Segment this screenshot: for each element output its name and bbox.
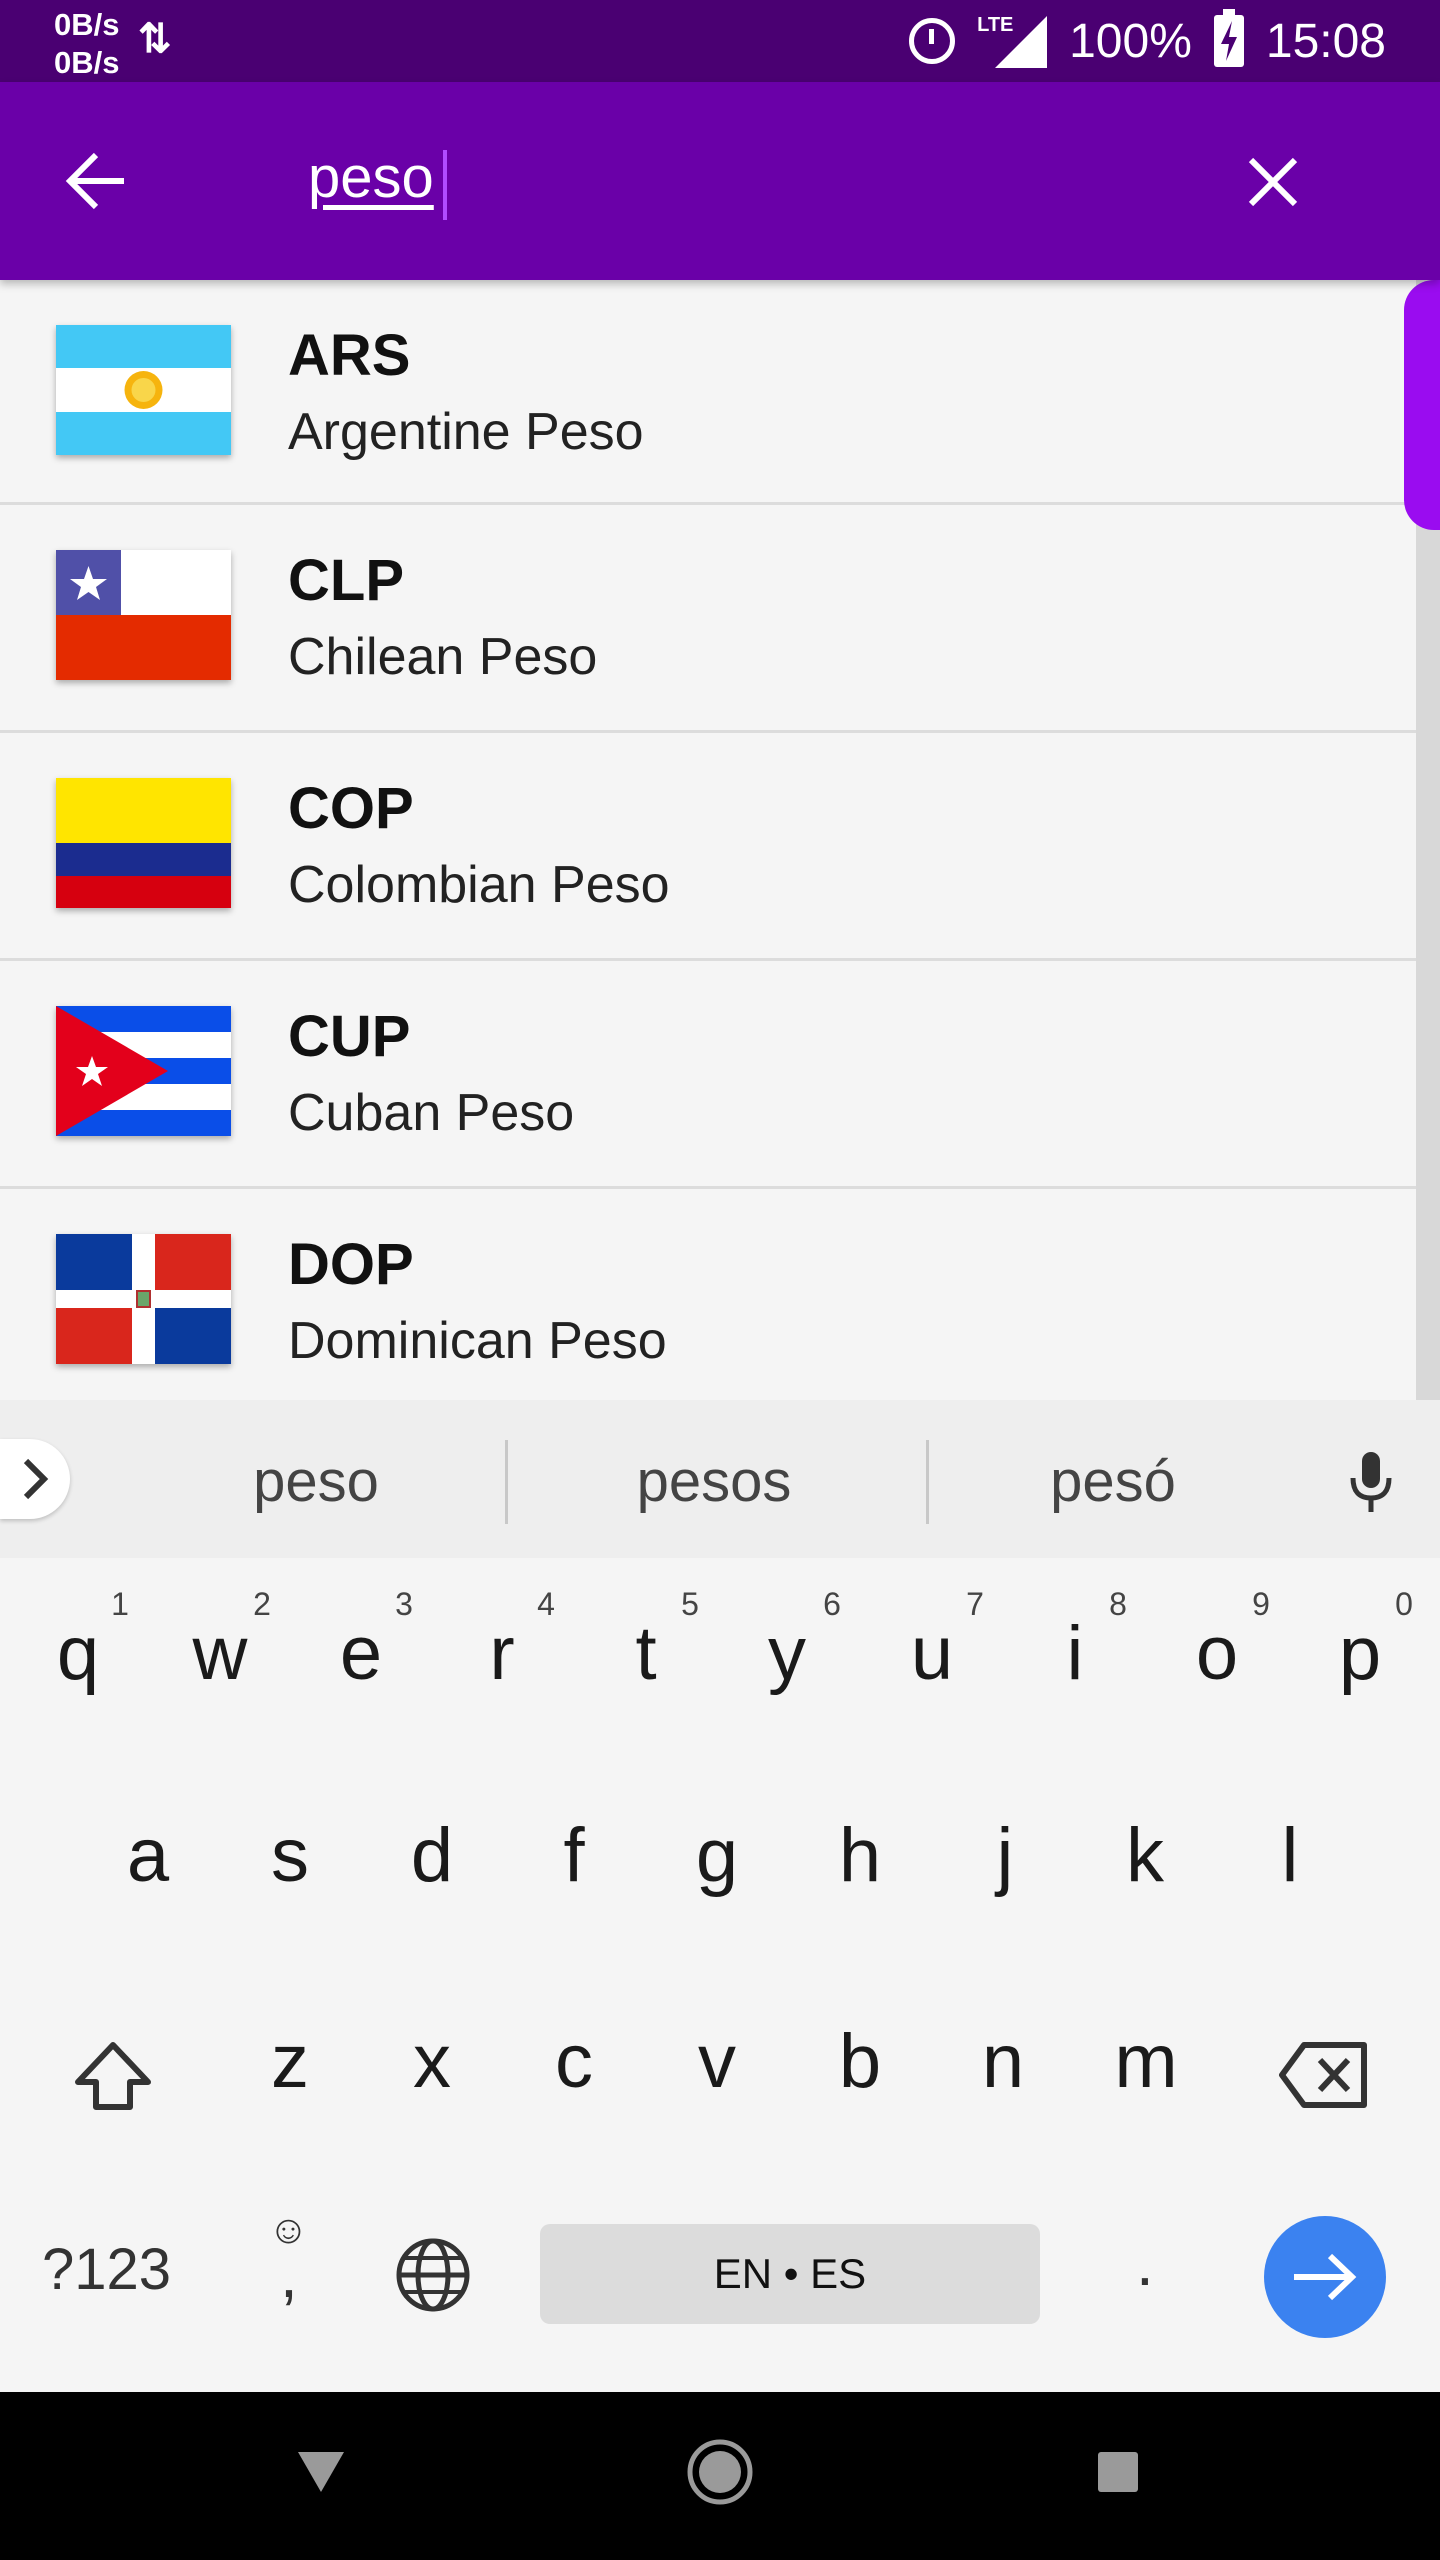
microphone-icon[interactable] xyxy=(1348,1450,1394,1514)
key-c[interactable]: c xyxy=(555,2018,593,2105)
key-d[interactable]: d xyxy=(411,1812,453,1899)
dominican-republic-flag-icon xyxy=(56,1234,231,1364)
key-s[interactable]: s xyxy=(271,1812,309,1899)
status-bar: 0B/s 0B/s ⇅ LTE 100% 15:08 xyxy=(0,0,1440,82)
key-i[interactable]: i xyxy=(1067,1610,1084,1697)
key-hint: 0 xyxy=(1395,1586,1413,1622)
argentina-flag-icon xyxy=(56,325,231,455)
key-w[interactable]: w xyxy=(193,1610,248,1697)
key-b[interactable]: b xyxy=(839,2018,881,2105)
period-key[interactable]: . xyxy=(1136,2226,1154,2300)
key-x[interactable]: x xyxy=(413,2018,451,2105)
net-up-speed: 0B/s xyxy=(54,7,120,42)
currency-name: Colombian Peso xyxy=(288,856,670,914)
currency-code: DOP xyxy=(288,1232,414,1297)
key-hint: 2 xyxy=(253,1586,271,1622)
cuba-flag-icon xyxy=(56,1006,231,1136)
clock: 15:08 xyxy=(1265,14,1386,68)
system-navigation-bar xyxy=(0,2392,1440,2560)
currency-name: Argentine Peso xyxy=(288,403,644,461)
key-n[interactable]: n xyxy=(982,2018,1024,2105)
currency-item-ars[interactable]: ARS Argentine Peso xyxy=(0,280,1416,505)
key-v[interactable]: v xyxy=(698,2018,736,2105)
key-g[interactable]: g xyxy=(696,1812,738,1899)
data-transfer-icon: ⇅ xyxy=(138,17,172,61)
space-bar[interactable]: EN • ES xyxy=(540,2224,1040,2324)
key-j[interactable]: j xyxy=(997,1812,1014,1899)
suggestion-2[interactable]: pesos xyxy=(637,1448,792,1515)
network-speed: 0B/s 0B/s xyxy=(54,6,119,82)
battery-percent: 100% xyxy=(1069,14,1192,68)
arrow-right-icon xyxy=(1294,2253,1357,2301)
currency-code: COP xyxy=(288,776,414,841)
currency-code: CUP xyxy=(288,1004,411,1069)
symbols-key[interactable]: ?123 xyxy=(42,2236,171,2303)
key-m[interactable]: m xyxy=(1114,2018,1177,2105)
currency-results-list: ARS Argentine Peso CLP Chilean Peso COP … xyxy=(0,280,1416,1400)
suggestion-divider xyxy=(505,1440,508,1524)
key-l[interactable]: l xyxy=(1282,1812,1299,1899)
comma-key[interactable]: , xyxy=(280,2238,298,2312)
currency-name: Cuban Peso xyxy=(288,1084,575,1142)
clear-search-icon[interactable] xyxy=(1245,154,1301,210)
net-down-speed: 0B/s xyxy=(54,45,120,80)
key-hint: 5 xyxy=(681,1586,699,1622)
key-o[interactable]: o xyxy=(1196,1610,1238,1697)
text-cursor xyxy=(443,150,447,220)
soft-keyboard: peso pesos pesó q w e r t y u i o p 1 2 … xyxy=(0,1400,1440,2392)
currency-item-dop[interactable]: DOP Dominican Peso xyxy=(0,1189,1416,1400)
search-input[interactable]: peso xyxy=(308,144,434,211)
key-hint: 8 xyxy=(1109,1586,1127,1622)
colombia-flag-icon xyxy=(56,778,231,908)
key-h[interactable]: h xyxy=(839,1812,881,1899)
currency-code: CLP xyxy=(288,548,404,613)
currency-name: Dominican Peso xyxy=(288,1312,667,1370)
key-f[interactable]: f xyxy=(563,1812,584,1899)
battery-charging-icon xyxy=(1213,9,1244,67)
suggestion-3[interactable]: pesó xyxy=(1050,1448,1176,1515)
key-k[interactable]: k xyxy=(1126,1812,1164,1899)
key-t[interactable]: t xyxy=(635,1610,656,1697)
chevron-right-icon xyxy=(23,1458,49,1500)
currency-name: Chilean Peso xyxy=(288,628,598,686)
suggestion-divider xyxy=(926,1440,929,1524)
back-triangle-icon[interactable] xyxy=(296,2450,346,2494)
alarm-icon xyxy=(909,18,956,64)
expand-suggestions-button[interactable] xyxy=(0,1439,70,1519)
key-y[interactable]: y xyxy=(768,1610,806,1697)
key-u[interactable]: u xyxy=(911,1610,953,1697)
chile-flag-icon xyxy=(56,550,231,680)
key-hint: 6 xyxy=(823,1586,841,1622)
key-r[interactable]: r xyxy=(489,1610,514,1697)
scrollbar-thumb[interactable] xyxy=(1404,280,1440,530)
key-p[interactable]: p xyxy=(1339,1610,1381,1697)
key-hint: 7 xyxy=(966,1586,984,1622)
recent-apps-icon[interactable] xyxy=(1096,2450,1140,2494)
enter-key[interactable] xyxy=(1264,2216,1386,2338)
key-hint: 9 xyxy=(1252,1586,1270,1622)
back-arrow-icon[interactable] xyxy=(62,146,132,216)
search-app-bar: peso xyxy=(0,82,1440,280)
key-hint: 4 xyxy=(537,1586,555,1622)
currency-code: ARS xyxy=(288,323,411,388)
key-z[interactable]: z xyxy=(271,2018,309,2105)
key-hint: 3 xyxy=(395,1586,413,1622)
currency-item-clp[interactable]: CLP Chilean Peso xyxy=(0,505,1416,733)
signal-icon: LTE xyxy=(977,14,1048,68)
backspace-icon[interactable] xyxy=(1278,2040,1370,2110)
suggestion-strip: peso pesos pesó xyxy=(0,1400,1440,1558)
shift-icon[interactable] xyxy=(72,2040,154,2112)
globe-icon[interactable] xyxy=(394,2236,472,2314)
key-q[interactable]: q xyxy=(57,1610,99,1697)
home-icon[interactable] xyxy=(686,2438,754,2506)
currency-item-cop[interactable]: COP Colombian Peso xyxy=(0,733,1416,961)
key-e[interactable]: e xyxy=(340,1610,382,1697)
currency-item-cup[interactable]: CUP Cuban Peso xyxy=(0,961,1416,1189)
key-hint: 1 xyxy=(111,1586,129,1622)
suggestion-1[interactable]: peso xyxy=(253,1448,379,1515)
key-a[interactable]: a xyxy=(127,1812,169,1899)
